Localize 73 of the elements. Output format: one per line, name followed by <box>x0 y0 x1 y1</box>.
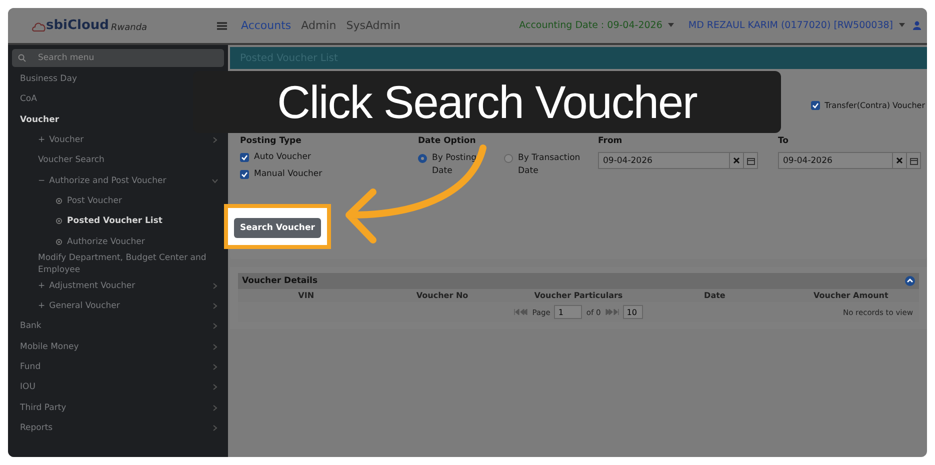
sidebar-item[interactable]: − Authorize and Post Voucher <box>12 170 224 191</box>
circle-bullet-icon <box>56 198 62 204</box>
clear-icon[interactable] <box>896 157 903 164</box>
brand-region: Rwanda <box>111 23 148 33</box>
column-header: VIN <box>297 290 316 302</box>
sidebar-item[interactable]: + Adjustment Voucher <box>12 276 224 296</box>
date-field[interactable]: 09-04-2026 <box>779 153 892 168</box>
accounting-date-dropdown[interactable]: Accounting Date : 09-04-2026 <box>519 20 674 31</box>
sidebar-item[interactable]: Post Voucher <box>12 190 224 212</box>
date-picker[interactable]: 09-04-2026 <box>598 152 758 169</box>
checkmark-icon <box>812 102 819 109</box>
chevron-icon <box>212 344 218 350</box>
sidebar-item[interactable]: Bank <box>12 316 224 337</box>
sidebar-item[interactable]: Authorize Voucher <box>12 231 224 252</box>
search-icon <box>18 54 26 62</box>
chevron-icon <box>212 282 218 289</box>
sidebar-item[interactable]: IOU <box>12 377 224 398</box>
posting-type-label: Posting Type <box>240 136 302 146</box>
sidebar-item[interactable]: Posted Voucher List <box>12 211 224 232</box>
date-field[interactable]: 09-04-2026 <box>599 153 729 168</box>
collapse-icon[interactable] <box>905 276 915 286</box>
chevron-icon <box>212 323 218 330</box>
circle-bullet-icon <box>56 238 62 245</box>
search-field[interactable]: Search menu <box>36 52 186 64</box>
date-option-radio[interactable]: By Transaction Date <box>504 152 582 178</box>
checkmark-icon <box>241 170 248 178</box>
nav-link[interactable]: SysAdmin <box>346 19 400 32</box>
tutorial-tooltip: Click Search Voucher <box>193 71 781 133</box>
cloud-logo-icon <box>32 21 46 33</box>
sidebar-item[interactable]: Third Party <box>12 397 224 418</box>
user-dropdown[interactable]: MD REZAUL KARIM (0177020) [RW500038] <box>688 20 905 31</box>
nav-link[interactable]: Admin <box>301 19 336 32</box>
date-option-label: Date Option <box>418 136 477 146</box>
date-label: To <box>778 136 790 146</box>
chevron-icon <box>212 384 218 390</box>
chevron-icon <box>212 404 218 411</box>
panel-title: Voucher Details <box>242 276 318 286</box>
chevron-icon <box>212 424 218 431</box>
circle-bullet-icon <box>56 218 62 224</box>
checkmark-icon <box>241 154 248 160</box>
first-page-icon[interactable] <box>514 309 528 315</box>
chevron-icon <box>212 303 218 310</box>
date-option-radio[interactable]: By Posting Date <box>418 152 496 178</box>
chevron-icon <box>212 178 218 184</box>
column-header: Date <box>703 290 726 302</box>
nav-link[interactable]: Accounts <box>241 19 292 32</box>
date-picker[interactable]: 09-04-2026 <box>778 152 921 169</box>
calendar-icon[interactable] <box>746 156 754 164</box>
chevron-icon <box>212 137 218 144</box>
column-header: Voucher Particulars <box>533 290 624 302</box>
column-header: Voucher No <box>415 290 470 302</box>
search-bar[interactable]: Search menu <box>12 49 224 67</box>
sidebar-item[interactable]: Modify Department, Budget Center and Employee <box>12 252 224 276</box>
posting-type-checkbox[interactable]: Manual Voucher <box>240 169 418 179</box>
date-label: From <box>598 136 624 146</box>
calendar-icon[interactable] <box>910 156 918 164</box>
user-icon[interactable] <box>913 21 921 30</box>
sidebar-item[interactable]: Mobile Money <box>12 336 224 357</box>
voucher-type-checkbox[interactable]: Transfer(Contra) Voucher <box>810 101 925 110</box>
chevron-icon <box>212 364 218 370</box>
posting-type-checkbox[interactable]: Auto Voucher <box>240 152 418 162</box>
brand-name: sbiCloud <box>46 18 109 33</box>
menu-icon[interactable] <box>217 22 227 30</box>
sidebar-item[interactable]: Reports <box>12 418 224 438</box>
page-field[interactable]: 1 <box>554 305 582 319</box>
sidebar-item[interactable]: + General Voucher <box>12 296 224 316</box>
sidebar-item[interactable]: Voucher Search <box>12 150 224 170</box>
search-voucher-button[interactable]: Search Voucher <box>234 218 321 238</box>
page-size-field[interactable]: 10 <box>622 305 643 319</box>
last-page-icon[interactable] <box>604 309 619 315</box>
column-header: Voucher Amount <box>812 290 890 302</box>
sidebar-item[interactable]: Fund <box>12 356 224 378</box>
clear-icon[interactable] <box>733 157 740 164</box>
